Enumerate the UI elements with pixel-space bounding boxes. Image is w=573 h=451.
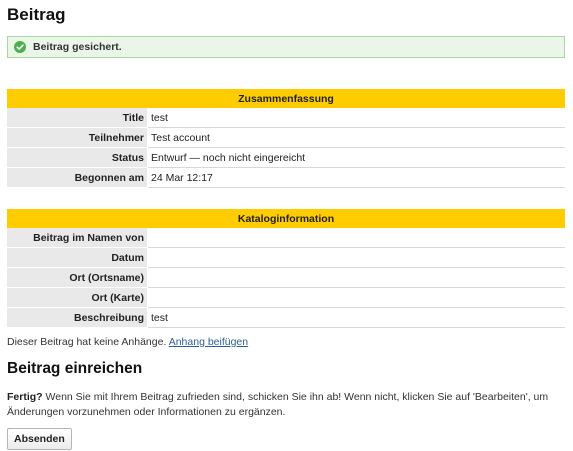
row-label: Status	[7, 147, 148, 168]
row-value	[147, 287, 565, 308]
row-label: Title	[7, 108, 148, 128]
page: Beitrag Beitrag gesichert. Zusammenfassu…	[0, 0, 573, 450]
table-row: Title test	[7, 108, 565, 128]
table-row: Beitrag im Namen von	[7, 228, 565, 248]
table-row: Status Entwurf — noch nicht eingereicht	[7, 147, 565, 168]
submit-button[interactable]: Absenden	[7, 428, 72, 450]
table-row: Ort (Karte)	[7, 287, 565, 308]
submit-lead: Fertig?	[7, 391, 43, 403]
row-value	[147, 247, 565, 268]
row-label: Datum	[7, 247, 148, 268]
table-row: Ort (Ortsname)	[7, 267, 565, 288]
row-label: Beschreibung	[7, 307, 148, 328]
attachments-text: Dieser Beitrag hat keine Anhänge.	[7, 336, 167, 348]
attachments-line: Dieser Beitrag hat keine Anhänge. Anhang…	[7, 336, 566, 348]
row-label: Beitrag im Namen von	[7, 228, 148, 248]
submit-instructions: Fertig? Wenn Sie mit Ihrem Beitrag zufri…	[7, 390, 567, 420]
row-label: Teilnehmer	[7, 127, 148, 148]
add-attachment-link[interactable]: Anhang beifügen	[169, 336, 248, 348]
row-label: Ort (Ortsname)	[7, 267, 148, 288]
row-value: test	[147, 307, 565, 328]
summary-table: Zusammenfassung Title test Teilnehmer Te…	[7, 89, 565, 188]
page-title: Beitrag	[7, 5, 66, 24]
row-value	[147, 267, 565, 288]
row-value: 24 Mar 12:17	[147, 167, 565, 188]
row-value: test	[147, 108, 565, 128]
table-row: Teilnehmer Test account	[7, 127, 565, 148]
row-value: Test account	[147, 127, 565, 148]
submit-section-title: Beitrag einreichen	[7, 360, 143, 377]
catalog-table: Kataloginformation Beitrag im Namen von …	[7, 209, 565, 328]
row-label: Begonnen am	[7, 167, 148, 188]
submit-text: Wenn Sie mit Ihrem Beitrag zufrieden sin…	[7, 391, 549, 418]
table-row: Datum	[7, 247, 565, 268]
summary-header: Zusammenfassung	[7, 89, 565, 108]
check-circle-icon	[14, 41, 26, 53]
table-row: Begonnen am 24 Mar 12:17	[7, 167, 565, 188]
row-value: Entwurf — noch nicht eingereicht	[147, 147, 565, 168]
row-value	[147, 228, 565, 248]
table-row: Beschreibung test	[7, 307, 565, 328]
row-label: Ort (Karte)	[7, 287, 148, 308]
notice-message: Beitrag gesichert.	[33, 41, 122, 53]
success-notice: Beitrag gesichert.	[7, 36, 565, 58]
catalog-header: Kataloginformation	[7, 209, 565, 228]
